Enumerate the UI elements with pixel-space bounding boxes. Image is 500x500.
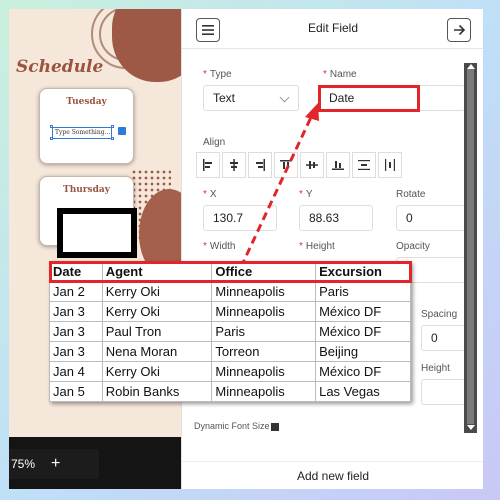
- table-cell: México DF: [315, 301, 411, 322]
- table-cell: Paris: [211, 321, 317, 342]
- column-header: Date: [49, 261, 103, 282]
- name-field-highlight: [318, 85, 420, 112]
- table-cell: Minneapolis: [211, 301, 317, 322]
- table-cell: Jan 3: [49, 301, 103, 322]
- table-cell: Minneapolis: [211, 381, 317, 402]
- table-row: Jan 3 Kerry Oki Minneapolis México DF: [49, 301, 411, 322]
- table-cell: Torreon: [211, 341, 317, 362]
- table-cell: Kerry Oki: [101, 301, 213, 322]
- table-cell: Robin Banks: [101, 381, 213, 402]
- table-row: Jan 4 Kerry Oki Minneapolis México DF: [49, 361, 411, 382]
- table-cell: Kerry Oki: [101, 281, 213, 302]
- table-cell: Nena Moran: [101, 341, 213, 362]
- table-cell: Jan 4: [49, 361, 103, 382]
- table-cell: México DF: [315, 361, 411, 382]
- table-header-row: Date Agent Office Excursion: [48, 260, 412, 283]
- data-table: Date Agent Office Excursion Jan 2 Kerry O…: [48, 260, 412, 402]
- table-cell: Minneapolis: [211, 281, 317, 302]
- table-cell: Jan 3: [49, 321, 103, 342]
- column-header: Agent: [101, 261, 213, 282]
- table-cell: Beijing: [315, 341, 411, 362]
- table-row: Jan 3 Nena Moran Torreon Beijing: [49, 341, 411, 362]
- table-cell: Jan 3: [49, 341, 103, 362]
- table-cell: Paul Tron: [101, 321, 213, 342]
- table-cell: Kerry Oki: [101, 361, 213, 382]
- annotation-arrow: [239, 103, 319, 268]
- table-cell: Jan 2: [49, 281, 103, 302]
- table-row: Jan 2 Kerry Oki Minneapolis Paris: [49, 281, 411, 302]
- table-row: Jan 5 Robin Banks Minneapolis Las Vegas: [49, 381, 411, 402]
- app-frame: Schedule Tuesday Type Something... Thurs…: [9, 9, 483, 489]
- column-header: Office: [211, 261, 317, 282]
- table-row: Jan 3 Paul Tron Paris México DF: [49, 321, 411, 342]
- table-cell: Paris: [315, 281, 411, 302]
- table-cell: Jan 5: [49, 381, 103, 402]
- table-cell: México DF: [315, 321, 411, 342]
- table-cell: Las Vegas: [315, 381, 411, 402]
- column-header: Excursion: [315, 261, 411, 282]
- table-cell: Minneapolis: [211, 361, 317, 382]
